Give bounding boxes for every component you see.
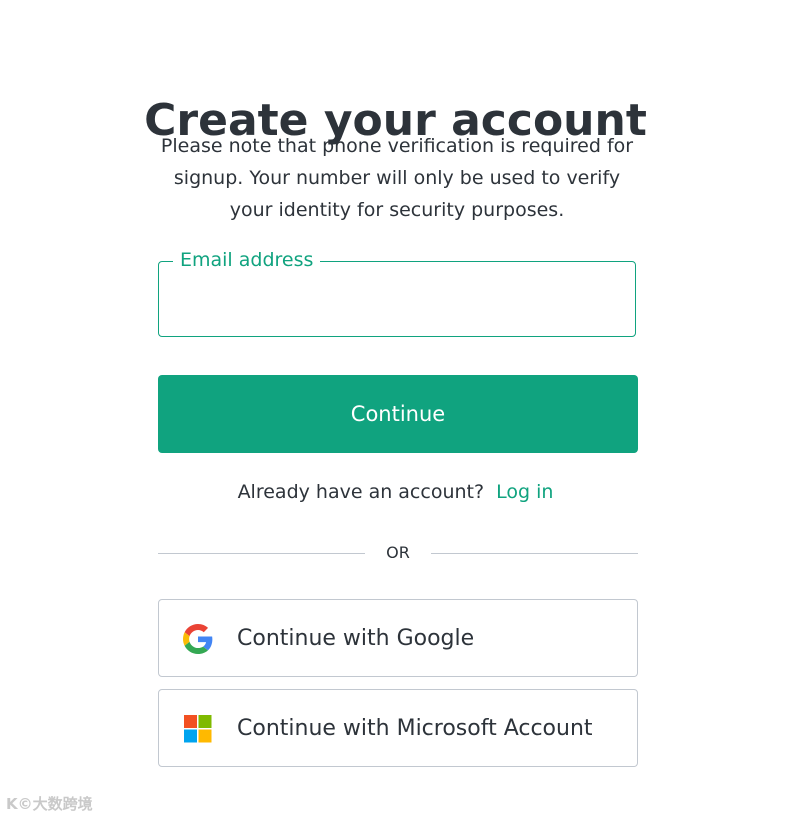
google-icon bbox=[183, 624, 213, 654]
continue-with-microsoft-button[interactable]: Continue with Microsoft Account bbox=[158, 689, 638, 767]
divider-or-label: OR bbox=[386, 543, 410, 562]
continue-button-label: Continue bbox=[350, 402, 446, 426]
continue-button[interactable]: Continue bbox=[158, 375, 638, 453]
email-field-container[interactable]: Email address bbox=[158, 248, 636, 337]
microsoft-button-label: Continue with Microsoft Account bbox=[237, 716, 593, 741]
email-field-label: Email address bbox=[173, 248, 321, 272]
login-prompt-row: Already have an account? Log in bbox=[0, 479, 791, 505]
email-field[interactable] bbox=[175, 282, 619, 320]
google-button-label: Continue with Google bbox=[237, 626, 475, 651]
login-prompt-text: Already have an account? bbox=[237, 481, 485, 503]
divider-line-right bbox=[431, 553, 638, 554]
continue-with-google-button[interactable]: Continue with Google bbox=[158, 599, 638, 677]
watermark: K©大数跨境 bbox=[6, 795, 93, 813]
login-link[interactable]: Log in bbox=[496, 481, 553, 503]
page-subtitle: Please note that phone verification is r… bbox=[160, 135, 634, 221]
divider-line-left bbox=[158, 553, 365, 554]
microsoft-icon bbox=[183, 714, 213, 744]
